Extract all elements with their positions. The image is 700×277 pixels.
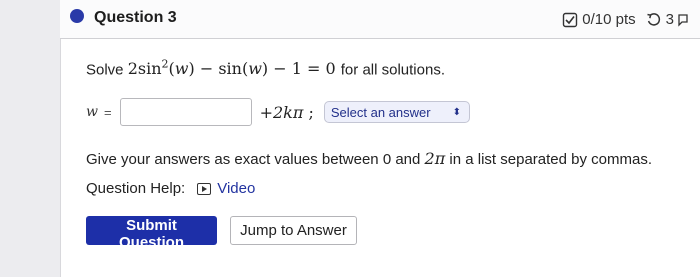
eq-var1: w [174,59,189,79]
attempts-count: 3 [665,11,674,28]
eq-coef: 2 [127,59,138,79]
answer-select[interactable]: Select an answer ⬍ [323,101,470,123]
answer-select-value: Select an answer [330,104,431,120]
period-term: +2kπ ; [260,103,314,122]
question-title: Question 3 [94,9,177,26]
instructions-text-after: in a list separated by commas. [449,151,652,168]
problem-equation: 2sin2(w) − sin(w) − 1 = 0 [127,58,336,79]
chat-icon[interactable] [678,12,688,28]
eq-minus: − [199,59,214,79]
eq-fn1: sin [137,59,162,79]
problem-statement: Solve 2sin2(w) − sin(w) − 1 = 0 for all … [86,58,445,78]
video-play-icon [197,182,212,195]
instructions: Give your answers as exact values betwee… [86,149,652,168]
question-status-dot-icon [70,9,84,23]
retry-icon [646,12,660,26]
answer-variable: w [86,104,98,120]
answer-row: w = +2kπ ; Select an answer ⬍ [86,96,470,128]
eq-rest: − 1 = 0 [273,59,336,79]
points-display: 0/10 pts 3 [562,11,688,28]
video-link[interactable]: Video [197,180,255,197]
question-help: Question Help: Video [86,180,255,197]
points-text: 0/10 pts [582,11,636,28]
submit-question-button[interactable]: Submit Question [86,216,217,251]
instructions-text-before: Give your answers as exact values betwee… [86,151,421,168]
eq-var2: w [248,59,262,79]
answer-equals: = [103,104,112,120]
jump-to-answer-button[interactable]: Jump to Answer [230,216,357,245]
video-label: Video [217,180,256,197]
answer-input[interactable] [119,98,252,126]
problem-suffix: for all solutions. [340,61,445,79]
period-term-text: +2kπ [259,102,304,122]
select-chevron-icon: ⬍ [452,106,461,118]
checkbox-icon [563,12,578,27]
help-label: Question Help: [86,180,186,197]
eq-fn2: sin [218,59,242,79]
separator: ; [308,102,314,122]
eq-exp: 2 [161,58,169,71]
problem-prefix: Solve [86,61,124,79]
instructions-upper-bound: 2π [424,149,446,168]
